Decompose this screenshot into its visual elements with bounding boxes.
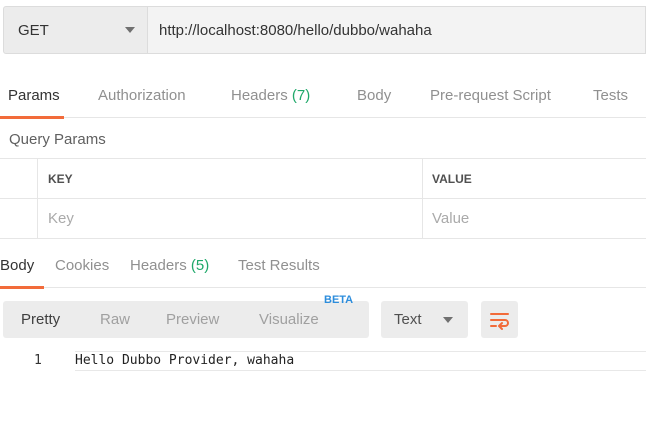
response-body-text: Hello Dubbo Provider, wahaha bbox=[75, 353, 295, 368]
url-text: http://localhost:8080/hello/dubbo/wahaha bbox=[159, 21, 432, 39]
value-placeholder: Value bbox=[432, 210, 470, 227]
param-key-input[interactable]: Key bbox=[38, 199, 423, 238]
format-visualize-button[interactable]: Visualize BETA bbox=[259, 294, 353, 338]
response-body-editor[interactable]: 1 Hello Dubbo Provider, wahaha bbox=[0, 351, 646, 371]
format-label: Visualize bbox=[259, 311, 319, 328]
wrap-lines-icon bbox=[489, 312, 509, 330]
tab-body[interactable]: Body bbox=[357, 76, 391, 118]
value-column-header: VALUE bbox=[423, 159, 646, 198]
response-type-label: Text bbox=[394, 311, 422, 328]
url-input[interactable]: http://localhost:8080/hello/dubbo/wahaha bbox=[148, 6, 646, 54]
format-label: Pretty bbox=[21, 311, 61, 328]
headers-count-badge: (7) bbox=[291, 87, 311, 104]
response-type-select[interactable]: Text bbox=[381, 301, 468, 338]
tab-pre-request-script[interactable]: Pre-request Script bbox=[430, 76, 551, 118]
value-header-label: VALUE bbox=[432, 171, 472, 186]
query-params-title: Query Params bbox=[9, 131, 106, 148]
tab-label: Body bbox=[0, 257, 35, 274]
tab-label: Pre-request Script bbox=[430, 87, 551, 104]
params-row: Key Value bbox=[0, 199, 646, 239]
format-toggle-group: Pretty Raw Preview Visualize BETA bbox=[3, 294, 369, 338]
chevron-down-icon bbox=[125, 27, 135, 33]
response-tab-test-results[interactable]: Test Results bbox=[238, 246, 320, 288]
format-label: Raw bbox=[100, 311, 131, 328]
format-raw-button[interactable]: Raw bbox=[100, 301, 130, 338]
tab-label: Tests bbox=[593, 87, 629, 104]
key-header-label: KEY bbox=[48, 171, 73, 186]
param-value-input[interactable]: Value bbox=[423, 199, 646, 238]
tab-headers[interactable]: Headers (7) bbox=[231, 76, 310, 118]
tab-label: Cookies bbox=[55, 257, 110, 274]
request-bar: GET http://localhost:8080/hello/dubbo/wa… bbox=[3, 6, 646, 54]
tab-label: Params bbox=[8, 87, 60, 104]
params-header-row: KEY VALUE bbox=[0, 159, 646, 199]
tab-label: Body bbox=[357, 87, 392, 104]
wrap-lines-button[interactable] bbox=[481, 301, 518, 338]
request-tabs: Params Authorization Headers (7) Body Pr… bbox=[0, 76, 646, 119]
response-tab-body[interactable]: Body bbox=[0, 246, 45, 289]
headers-count-badge: (5) bbox=[190, 257, 210, 274]
format-label: Preview bbox=[166, 311, 220, 328]
format-pretty-button[interactable]: Pretty bbox=[21, 301, 60, 338]
response-tabs: Body Cookies Headers (5) Test Results bbox=[0, 246, 646, 289]
tab-label: Authorization bbox=[98, 87, 186, 104]
response-tab-cookies[interactable]: Cookies bbox=[55, 246, 109, 288]
row-checkbox-cell[interactable] bbox=[0, 199, 38, 238]
line-number: 1 bbox=[34, 353, 42, 368]
tab-params[interactable]: Params bbox=[0, 76, 64, 119]
chevron-down-icon bbox=[443, 316, 453, 323]
tab-label: Headers bbox=[130, 257, 191, 274]
key-column-header: KEY bbox=[38, 159, 423, 198]
format-preview-button[interactable]: Preview bbox=[166, 301, 219, 338]
tab-tests[interactable]: Tests bbox=[593, 76, 628, 118]
method-label: GET bbox=[18, 21, 49, 39]
tab-label: Test Results bbox=[238, 257, 320, 274]
params-table: KEY VALUE Key Value bbox=[0, 158, 646, 239]
response-tab-headers[interactable]: Headers (5) bbox=[130, 246, 209, 288]
key-placeholder: Key bbox=[48, 210, 74, 227]
tab-label: Headers bbox=[231, 87, 292, 104]
method-select[interactable]: GET bbox=[3, 6, 148, 54]
tab-authorization[interactable]: Authorization bbox=[98, 76, 186, 118]
beta-badge: BETA bbox=[324, 294, 354, 306]
row-handle-cell bbox=[0, 159, 38, 198]
